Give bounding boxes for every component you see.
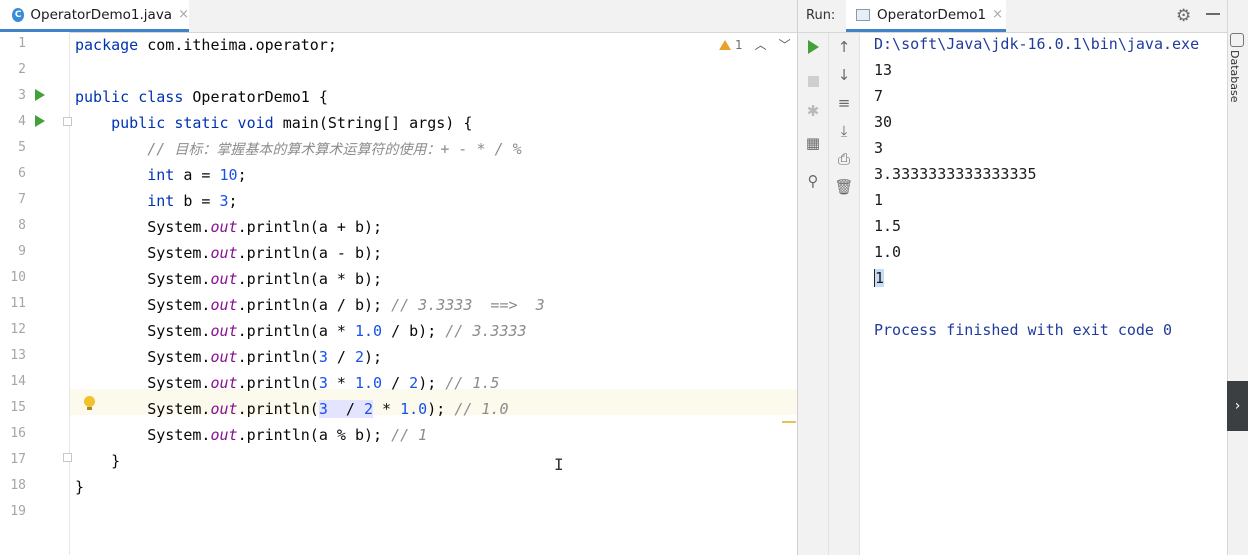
code-line: }: [75, 452, 121, 470]
code-line: public class OperatorDemo1 {: [75, 88, 328, 106]
arrow-up-icon[interactable]: ↑: [834, 37, 854, 57]
console-line: 3: [874, 139, 884, 157]
code-line: System.out.println(a - b);: [75, 244, 383, 262]
line-gutter: 1 2 3 4 5 6 7 8 9 10 11 12 13 14 15 16 1…: [0, 32, 95, 555]
line-number: 15: [10, 400, 26, 415]
chevron-right-icon[interactable]: ›: [1227, 381, 1248, 431]
selected-text: 1: [874, 269, 885, 287]
line-number: 19: [10, 504, 26, 519]
line-number: 7: [18, 192, 26, 207]
minimize-icon[interactable]: [1206, 13, 1220, 15]
editor-tab-bar: C OperatorDemo1.java ×: [0, 0, 797, 33]
play-icon: [807, 40, 819, 54]
console-line: 1.5: [874, 217, 902, 235]
line-number: 17: [10, 452, 26, 467]
console-command: D:\soft\Java\jdk-16.0.1\bin\java.exe: [874, 35, 1200, 53]
line-number: 16: [10, 426, 26, 441]
code-line: package com.itheima.operator;: [75, 36, 337, 54]
console-line: 13: [874, 61, 893, 79]
console-line: 30: [874, 113, 893, 131]
console-icon: [856, 8, 870, 21]
run-tab-operatordemo1[interactable]: OperatorDemo1 ×: [846, 0, 1006, 32]
soft-wrap-icon[interactable]: ≡: [834, 93, 854, 113]
database-tool-tab[interactable]: Database: [1228, 50, 1241, 103]
code-line: public static void main(String[] args) {: [111, 114, 473, 132]
console-line: 1: [874, 191, 884, 209]
stop-icon: [807, 75, 819, 87]
line-number: 3: [18, 88, 26, 103]
close-icon[interactable]: ×: [992, 7, 1003, 22]
debug-button[interactable]: ✱: [803, 101, 823, 121]
run-toolbar-primary: ✱ ▦ ⚲: [798, 33, 829, 555]
line-number: 5: [18, 140, 26, 155]
code-line: System.out.println(3 / 2 * 1.0); // 1.0: [75, 400, 509, 418]
console-line: 3.3333333333333335: [874, 165, 1037, 183]
database-icon[interactable]: [1230, 33, 1244, 47]
gear-icon[interactable]: ⚙: [1176, 6, 1191, 26]
console-exit-message: Process finished with exit code 0: [874, 321, 1173, 339]
line-number: 18: [10, 478, 26, 493]
line-number: 8: [18, 218, 26, 233]
code-line: System.out.println(a % b); // 1: [75, 426, 428, 444]
tab-operatordemo1-java[interactable]: C OperatorDemo1.java ×: [0, 0, 189, 32]
code-line: // 目标：掌握基本的算术算术运算符的使用：+ - * / %: [147, 140, 522, 158]
code-line: System.out.println(3 / 2);: [75, 348, 383, 366]
run-main-icon[interactable]: [35, 115, 45, 127]
code-line: System.out.println(a / b); // 3.3333 ==>…: [75, 296, 545, 314]
line-number: 6: [18, 166, 26, 181]
trash-icon[interactable]: 🗑: [834, 177, 854, 197]
code-line: System.out.println(a * b);: [75, 270, 383, 288]
stop-button[interactable]: [803, 71, 823, 91]
run-label: Run:: [806, 8, 836, 23]
rerun-button[interactable]: [803, 37, 823, 57]
code-line: System.out.println(3 * 1.0 / 2); // 1.5: [75, 374, 500, 392]
console-line: 1.0: [874, 243, 902, 261]
code-line: int b = 3;: [147, 192, 238, 210]
code-line: int a = 10;: [147, 166, 247, 184]
console-line-selected: 1: [874, 265, 885, 291]
line-number: 11: [10, 296, 26, 311]
pin-icon[interactable]: ⚲: [803, 171, 823, 191]
line-number: 13: [10, 348, 26, 363]
line-number: 4: [18, 114, 26, 129]
line-number: 14: [10, 374, 26, 389]
console-output[interactable]: D:\soft\Java\jdk-16.0.1\bin\java.exe 13 …: [860, 33, 1227, 555]
line-number: 9: [18, 244, 26, 259]
arrow-down-icon[interactable]: ↓: [834, 65, 854, 85]
error-stripe-mark[interactable]: [782, 421, 796, 423]
print-icon[interactable]: ⎙: [834, 149, 854, 169]
layout-icon[interactable]: ▦: [803, 133, 823, 153]
run-toolbar-secondary: ↑ ↓ ≡ ⤓ ⎙ 🗑: [829, 33, 860, 555]
scroll-to-end-icon[interactable]: ⤓: [834, 121, 854, 141]
code-line: System.out.println(a * 1.0 / b); // 3.33…: [75, 322, 527, 340]
code-line: }: [75, 478, 85, 496]
code-area[interactable]: package com.itheima.operator; public cla…: [70, 32, 797, 555]
line-number: 1: [18, 36, 26, 51]
line-number: 12: [10, 322, 26, 337]
text-cursor-icon: I: [554, 455, 564, 474]
line-number: 2: [18, 62, 26, 77]
run-class-icon[interactable]: [35, 89, 45, 101]
close-icon[interactable]: ×: [178, 7, 189, 22]
java-class-icon: C: [12, 7, 25, 22]
tab-label: OperatorDemo1.java: [30, 6, 173, 23]
code-line: System.out.println(a + b);: [75, 218, 383, 236]
line-number: 10: [10, 270, 26, 285]
editor-pane: C OperatorDemo1.java × 1 ︿ ﹀ 1 2 3 4 5 6…: [0, 0, 798, 555]
console-line: 7: [874, 87, 884, 105]
run-tab-label: OperatorDemo1: [877, 6, 987, 23]
